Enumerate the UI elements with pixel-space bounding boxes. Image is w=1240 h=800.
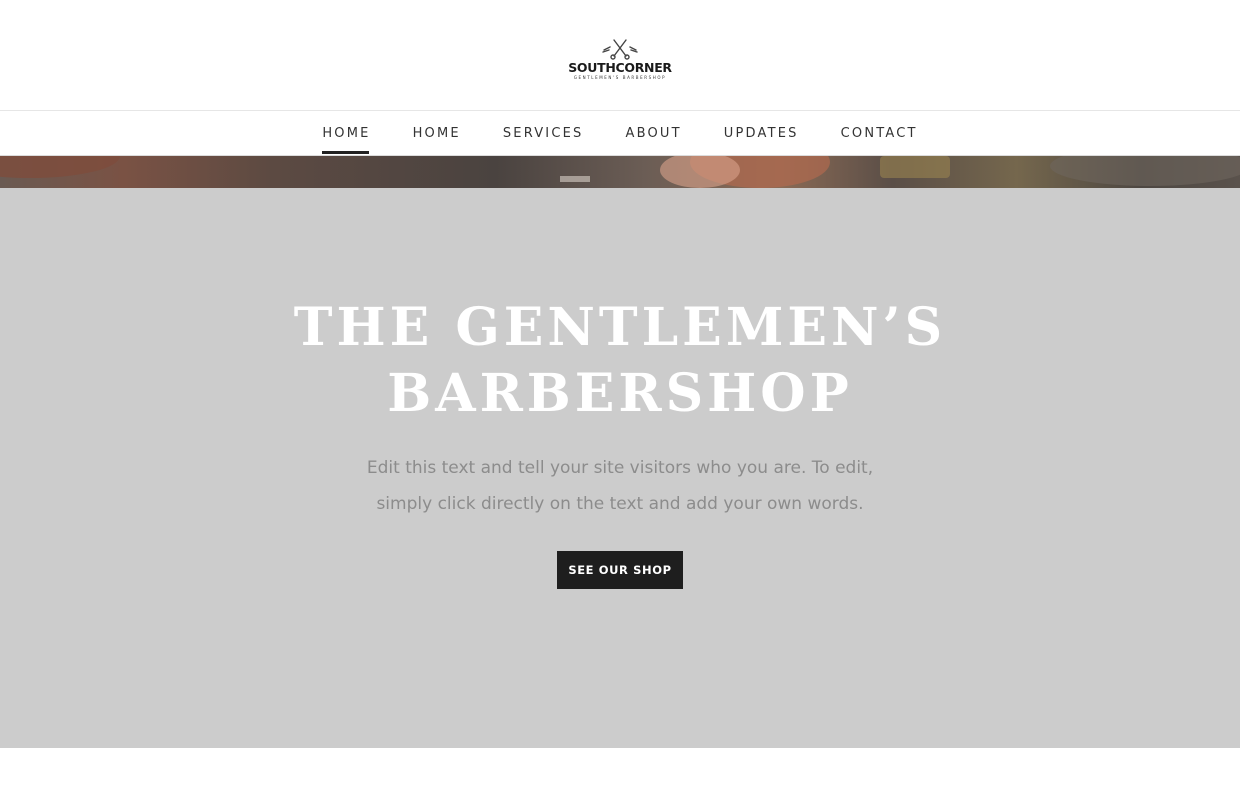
nav-item-home[interactable]: HOME <box>322 111 370 155</box>
site-logo[interactable]: SOUTHCORNER GENTLEMEN'S BARBERSHOP <box>568 38 672 81</box>
nav-item-contact[interactable]: CONTACT <box>841 111 918 155</box>
hero-section: THE GENTLEMEN’S BARBERSHOP Edit this tex… <box>0 188 1240 748</box>
hero-title-line-1: THE GENTLEMEN’S <box>293 297 947 358</box>
hero-description-line-2: simply click directly on the text and ad… <box>376 494 864 514</box>
see-our-shop-button[interactable]: SEE OUR SHOP <box>557 551 683 589</box>
hero-photo-strip <box>0 156 1240 188</box>
page-below-fold <box>0 748 1240 800</box>
hero-description-line-1: Edit this text and tell your site visito… <box>366 458 874 478</box>
main-navigation: HOME HOME SERVICES ABOUT UPDATES CONTACT <box>0 110 1240 156</box>
nav-item-services[interactable]: SERVICES <box>503 111 584 155</box>
nav-item-about[interactable]: ABOUT <box>626 111 682 155</box>
logo-tagline: GENTLEMEN'S BARBERSHOP <box>573 74 667 80</box>
hero-description: Edit this text and tell your site visito… <box>0 450 1240 522</box>
barber-photo-image <box>0 156 1240 188</box>
nav-item-updates[interactable]: UPDATES <box>724 111 799 155</box>
site-header: SOUTHCORNER GENTLEMEN'S BARBERSHOP <box>0 0 1240 110</box>
logo-name: SOUTHCORNER <box>568 59 672 75</box>
hero-title: THE GENTLEMEN’S BARBERSHOP <box>0 295 1240 427</box>
hero-title-line-2: BARBERSHOP <box>387 363 853 424</box>
nav-item-home-2[interactable]: HOME <box>413 111 461 155</box>
crossed-razor-scissors-icon <box>602 38 638 60</box>
